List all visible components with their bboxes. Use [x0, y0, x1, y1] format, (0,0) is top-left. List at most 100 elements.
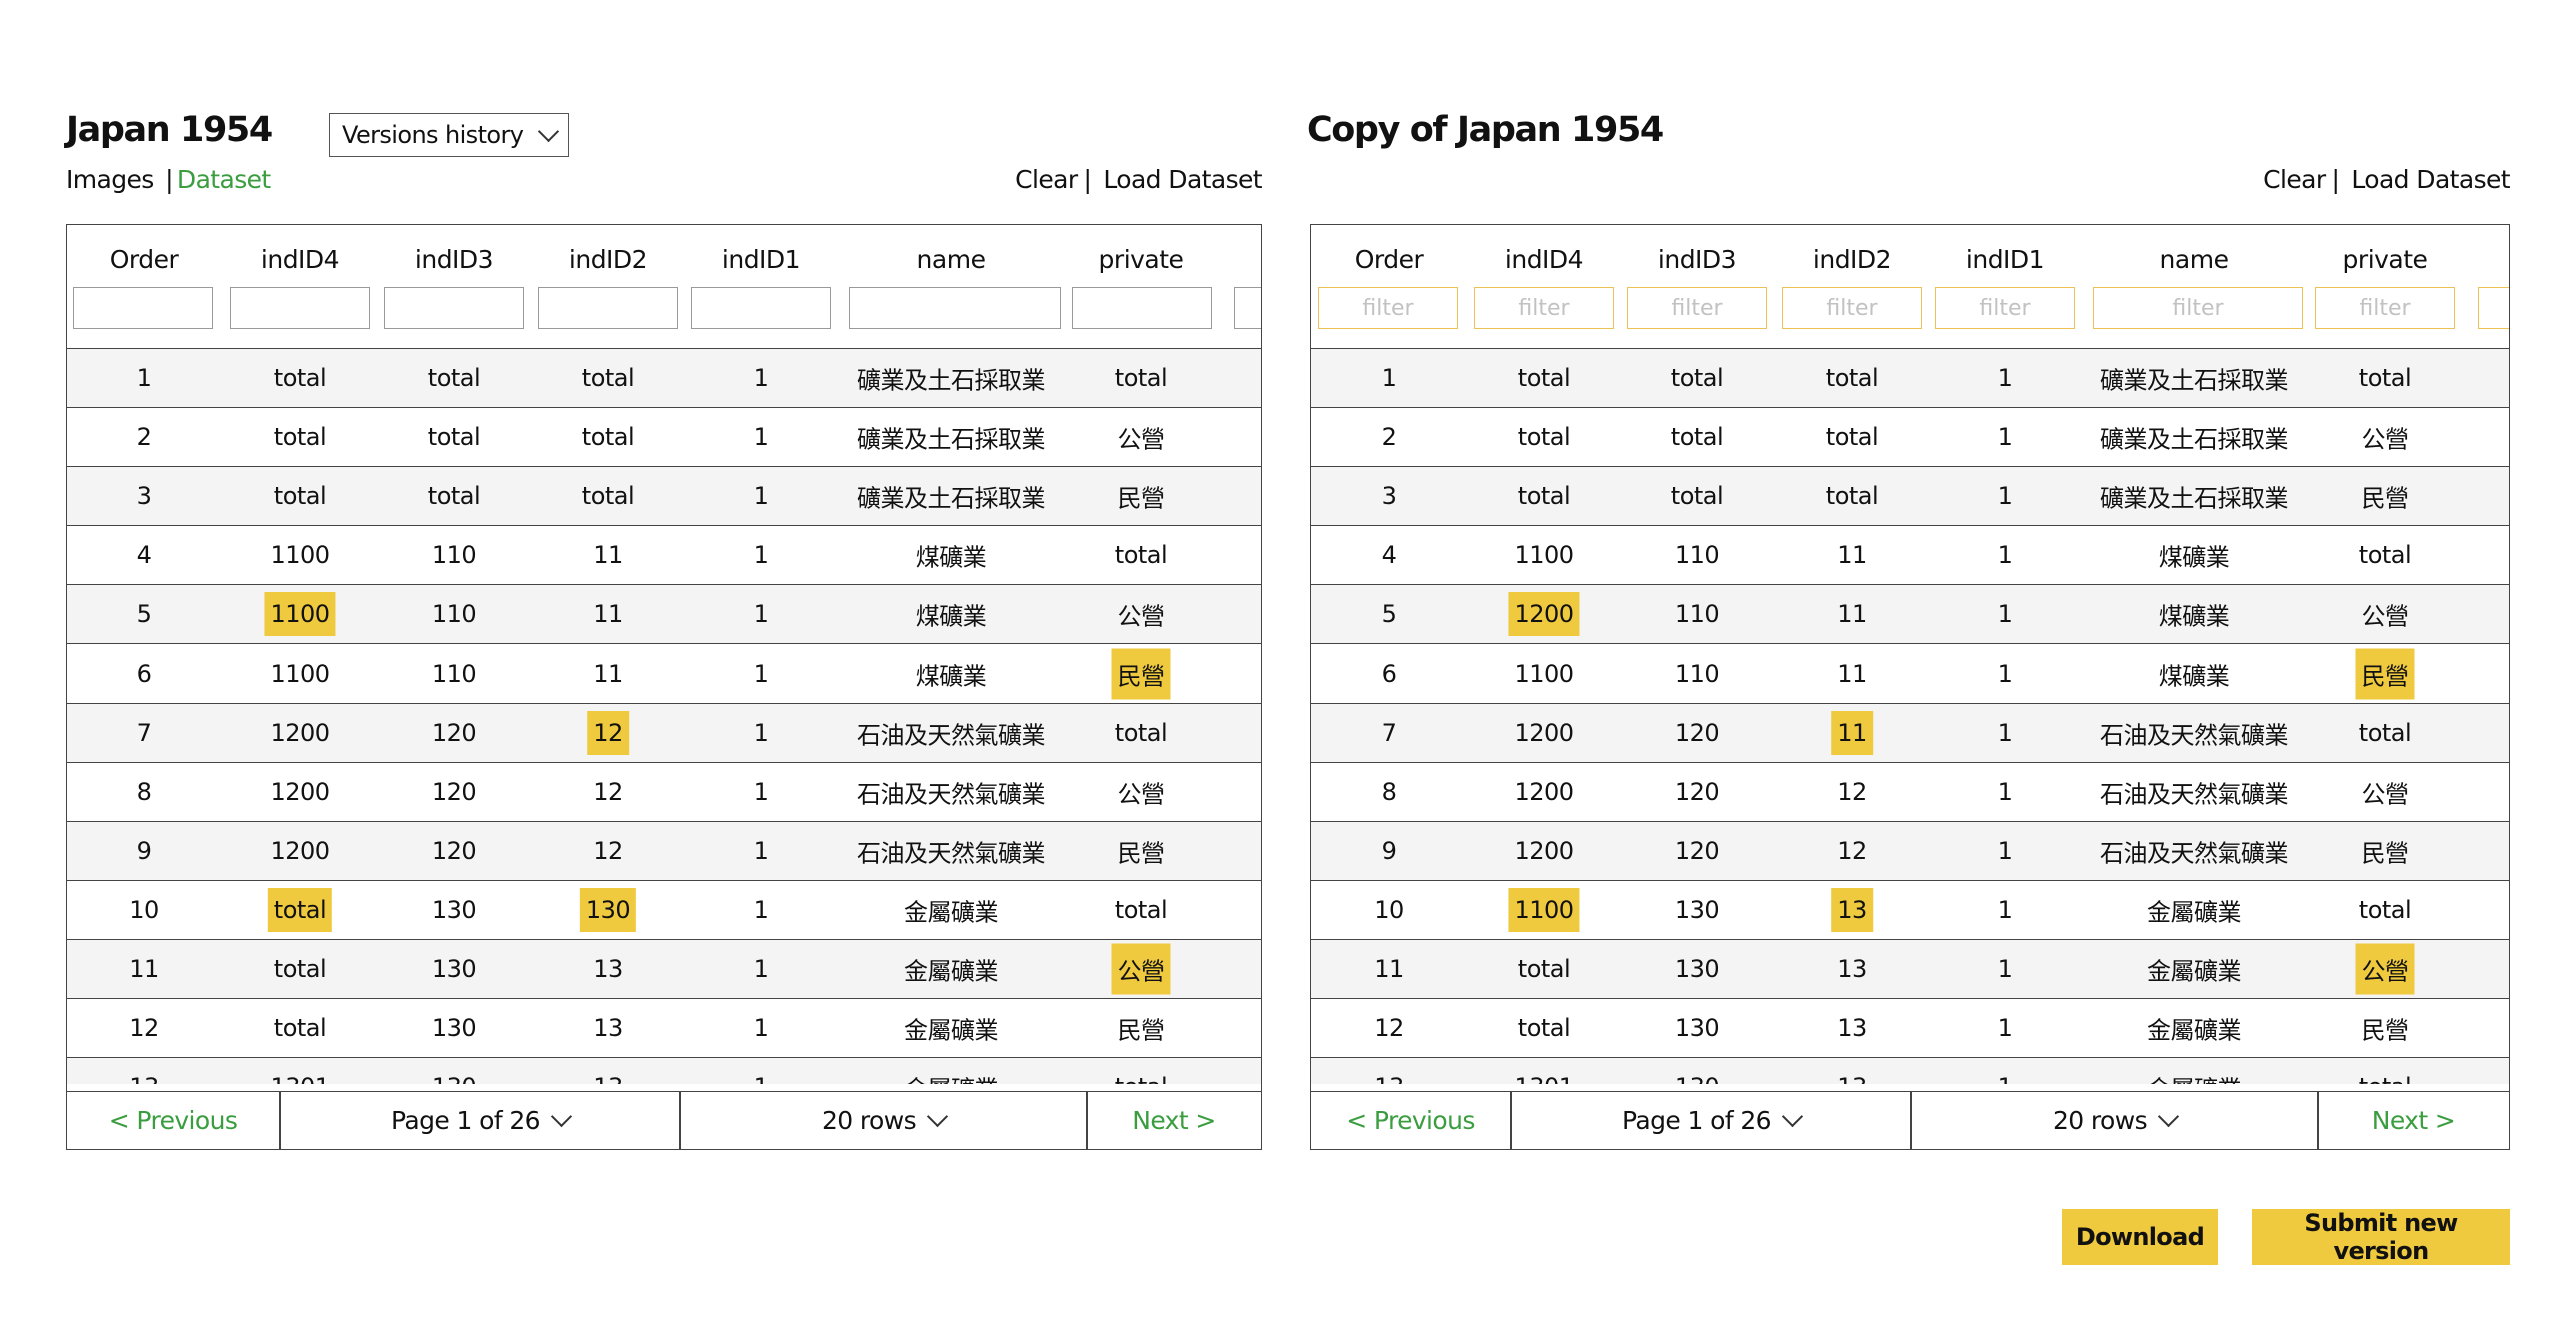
column-header-indid1[interactable]: indID1	[1966, 245, 2045, 274]
column-header-name[interactable]: name	[2160, 245, 2229, 274]
cell-private: total	[2358, 541, 2412, 570]
previous-page-button[interactable]: < Previous	[1311, 1092, 1510, 1148]
table-row[interactable]: 4 1100 110 11 1 煤礦業 total	[1311, 526, 2509, 586]
cell-indid2: 11	[593, 659, 623, 688]
cell-private: total	[2358, 895, 2412, 924]
column-header-order[interactable]: Order	[110, 245, 179, 274]
table-row[interactable]: 10 1100 130 13 1 金屬礦業 total	[1311, 880, 2509, 940]
page-select[interactable]: Page 1 of 26	[281, 1092, 679, 1148]
clear-button[interactable]: Clear	[1015, 165, 1078, 194]
cell-indid1: 1	[753, 600, 769, 629]
column-header-name[interactable]: name	[917, 245, 986, 274]
filter-input-indid1[interactable]	[691, 287, 831, 329]
tab-images[interactable]: Images	[66, 165, 154, 194]
column-header-private[interactable]: private	[1099, 245, 1184, 274]
table-row[interactable]: 8 1200 120 12 1 石油及天然氣礦業 公營	[67, 762, 1261, 822]
table-row[interactable]: 7 1200 120 12 1 石油及天然氣礦業 total	[67, 703, 1261, 763]
filter-input-name[interactable]	[2093, 287, 2303, 329]
filter-input-order[interactable]	[1318, 287, 1458, 329]
cell-order: 7	[1381, 718, 1397, 747]
table-row[interactable]: 10 total 130 130 1 金屬礦業 total	[67, 880, 1261, 940]
table-row[interactable]: 5 1100 110 11 1 煤礦業 公營	[67, 585, 1261, 645]
cell-indid4: total	[1517, 482, 1571, 511]
table-row[interactable]: 13 1301 130 13 1 金屬礦業 total	[67, 1058, 1261, 1084]
table-row[interactable]: 4 1100 110 11 1 煤礦業 total	[67, 526, 1261, 586]
cell-indid1: 1	[1997, 777, 2013, 806]
next-page-button[interactable]: Next >	[1088, 1092, 1260, 1148]
filter-input-indid3[interactable]	[384, 287, 524, 329]
table-row[interactable]: 2 total total total 1 礦業及土石採取業 公營	[67, 408, 1261, 468]
table-row[interactable]: 12 total 130 13 1 金屬礦業 民營	[1311, 999, 2509, 1059]
filter-input-private[interactable]	[1072, 287, 1212, 329]
cell-indid2: 11	[1837, 659, 1867, 688]
filter-input-indid2[interactable]	[538, 287, 678, 329]
page-title: Japan 1954	[66, 110, 273, 150]
clear-button[interactable]: Clear	[2263, 165, 2326, 194]
table-row[interactable]: 5 1200 110 11 1 煤礦業 公營	[1311, 585, 2509, 645]
download-button[interactable]: Download	[2062, 1209, 2218, 1265]
table-row[interactable]: 2 total total total 1 礦業及土石採取業 公營	[1311, 408, 2509, 468]
table-row[interactable]: 6 1100 110 11 1 煤礦業 民營	[67, 644, 1261, 704]
table-row[interactable]: 8 1200 120 12 1 石油及天然氣礦業 公營	[1311, 762, 2509, 822]
previous-page-button[interactable]: < Previous	[67, 1092, 279, 1148]
table-row[interactable]: 11 total 130 13 1 金屬礦業 公營	[67, 940, 1261, 999]
filter-input-indid4[interactable]	[1474, 287, 1614, 329]
cell-indid2: 13	[1837, 1073, 1867, 1084]
filter-input-indid2[interactable]	[1782, 287, 1922, 329]
filter-input-order[interactable]	[73, 287, 213, 329]
cell-indid3: total	[1670, 423, 1724, 452]
column-header-indid4[interactable]: indID4	[1505, 245, 1584, 274]
column-header-indid3[interactable]: indID3	[1658, 245, 1737, 274]
table-row[interactable]: 9 1200 120 12 1 石油及天然氣礦業 民營	[67, 821, 1261, 881]
cell-indid3: 130	[431, 895, 477, 924]
filter-input-indid3[interactable]	[1627, 287, 1767, 329]
next-page-button[interactable]: Next >	[2319, 1092, 2508, 1148]
column-header-order[interactable]: Order	[1355, 245, 1424, 274]
cell-order: 6	[1381, 659, 1397, 688]
filter-input-extra[interactable]	[2478, 287, 2509, 329]
rows-per-page-select[interactable]: 20 rows	[681, 1092, 1086, 1148]
cell-indid2: total	[1825, 423, 1879, 452]
table-body[interactable]: 1 total total total 1 礦業及土石採取業 total 2 total tota…	[67, 349, 1261, 1084]
versions-history-dropdown[interactable]: Versions history	[329, 113, 569, 157]
filter-input-private[interactable]	[2315, 287, 2455, 329]
table-row[interactable]: 6 1100 110 11 1 煤礦業 民營	[1311, 644, 2509, 704]
column-header-indid4[interactable]: indID4	[261, 245, 340, 274]
table-row[interactable]: 1 total total total 1 礦業及土石採取業 total	[1311, 349, 2509, 408]
filter-input-extra[interactable]	[1234, 287, 1261, 329]
load-dataset-button[interactable]: Load Dataset	[2351, 165, 2510, 194]
cell-indid2: 13	[1837, 1014, 1867, 1043]
column-header-indid2[interactable]: indID2	[1813, 245, 1892, 274]
column-header-indid2[interactable]: indID2	[569, 245, 648, 274]
table-row[interactable]: 9 1200 120 12 1 石油及天然氣礦業 民營	[1311, 821, 2509, 881]
cell-order: 11	[129, 955, 159, 983]
filter-input-name[interactable]	[849, 287, 1061, 329]
table-row[interactable]: 11 total 130 13 1 金屬礦業 公營	[1311, 940, 2509, 999]
cell-indid1: 1	[753, 659, 769, 688]
column-header-private[interactable]: private	[2343, 245, 2428, 274]
cell-order: 10	[1374, 895, 1404, 924]
rows-per-page-select[interactable]: 20 rows	[1912, 1092, 2317, 1148]
column-header-indid1[interactable]: indID1	[722, 245, 801, 274]
table-body[interactable]: 1 total total total 1 礦業及土石採取業 total 2 total tota…	[1311, 349, 2509, 1084]
filter-input-indid1[interactable]	[1935, 287, 2075, 329]
filter-input-indid4[interactable]	[230, 287, 370, 329]
cell-private: 民營	[1117, 484, 1166, 513]
table-row[interactable]: 3 total total total 1 礦業及土石採取業 民營	[1311, 467, 2509, 527]
cell-private: total	[1114, 364, 1168, 392]
table-row[interactable]: 1 total total total 1 礦業及土石採取業 total	[67, 349, 1261, 408]
page-select[interactable]: Page 1 of 26	[1512, 1092, 1910, 1148]
table-row[interactable]: 12 total 130 13 1 金屬礦業 民營	[67, 999, 1261, 1059]
table-row[interactable]: 7 1200 120 11 1 石油及天然氣礦業 total	[1311, 703, 2509, 763]
column-header-indid3[interactable]: indID3	[415, 245, 494, 274]
table-row[interactable]: 3 total total total 1 礦業及土石採取業 民營	[67, 467, 1261, 527]
cell-indid1: 1	[1997, 423, 2013, 452]
submit-new-version-button[interactable]: Submit new version	[2252, 1209, 2510, 1265]
cell-name: 礦業及土石採取業	[857, 366, 1046, 395]
cell-indid4: total	[1517, 364, 1571, 392]
chevron-down-icon	[2157, 1105, 2180, 1128]
table-row[interactable]: 13 1301 130 13 1 金屬礦業 total	[1311, 1058, 2509, 1084]
cell-private: total	[1115, 1073, 1168, 1084]
tab-dataset[interactable]: Dataset	[177, 165, 271, 194]
load-dataset-button[interactable]: Load Dataset	[1103, 165, 1262, 194]
